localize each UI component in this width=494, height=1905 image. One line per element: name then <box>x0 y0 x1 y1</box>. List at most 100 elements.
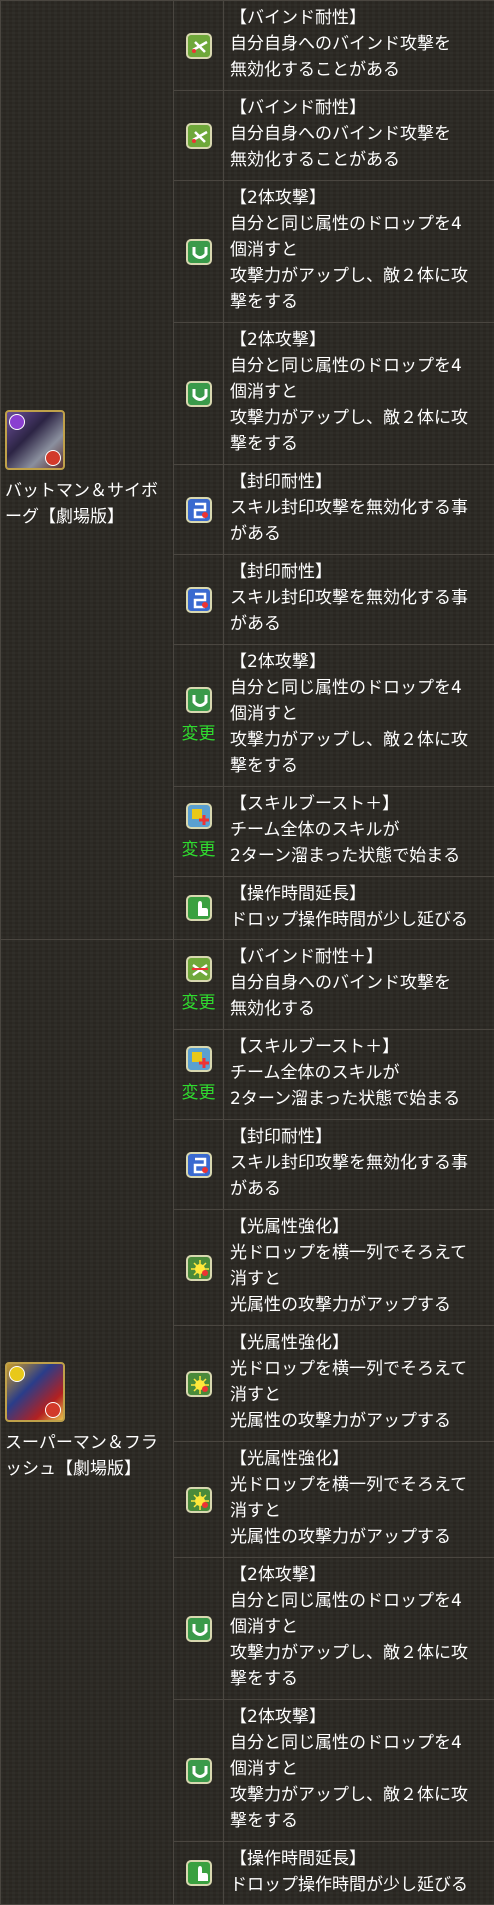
attribute-orb-icon <box>9 414 25 430</box>
awakening-text-line: がある <box>230 521 488 547</box>
awakening-icon-cell: 変更 <box>174 645 224 787</box>
awakening-text-line: 撃をする <box>230 1808 488 1834</box>
awakening-text-line: 無効化する <box>230 996 488 1022</box>
awakening-text-line: 個消すと <box>230 1614 488 1640</box>
awakening-text-line: 撃をする <box>230 431 488 457</box>
awakening-title: 【スキルブースト＋】 <box>230 1034 488 1060</box>
awakening-icon-cell <box>174 1442 224 1558</box>
awakening-description: 【光属性強化】光ドロップを横一列でそろえて消すと光属性の攻撃力がアップする <box>224 1326 494 1442</box>
awakening-text-line: 撃をする <box>230 753 488 779</box>
awakening-text-line: 光ドロップを横一列でそろえて <box>230 1472 488 1498</box>
awakening-text-line: 撃をする <box>230 289 488 315</box>
awakening-title: 【2体攻撃】 <box>230 1704 488 1730</box>
awakening-icon-cell <box>174 1210 224 1326</box>
two-target-attack-icon <box>186 239 212 265</box>
two-target-attack-icon <box>186 1758 212 1784</box>
changed-label: 変更 <box>174 1078 223 1103</box>
awakening-icon-cell <box>174 1842 224 1905</box>
awakening-row: スーパーマン＆フラッシュ【劇場版】変更【バインド耐性＋】自分自身へのバインド攻撃… <box>1 940 494 1030</box>
awakening-title: 【バインド耐性】 <box>230 5 488 31</box>
light-row-enhance-icon <box>186 1487 212 1513</box>
awakening-title: 【バインド耐性＋】 <box>230 944 488 970</box>
awakening-text-line: 攻撃力がアップし、敵２体に攻 <box>230 1640 488 1666</box>
bind-resist-icon <box>186 123 212 149</box>
awakening-title: 【操作時間延長】 <box>230 1846 488 1872</box>
awakening-text-line: 2ターン溜まった状態で始まる <box>230 1086 488 1112</box>
awakening-text-line: チーム全体のスキルが <box>230 1060 488 1086</box>
attribute-orb-icon <box>45 450 61 466</box>
awakening-description: 【封印耐性】スキル封印攻撃を無効化する事がある <box>224 555 494 645</box>
awakening-text-line: 光ドロップを横一列でそろえて <box>230 1240 488 1266</box>
two-target-attack-icon <box>186 381 212 407</box>
light-row-enhance-icon <box>186 1255 212 1281</box>
awakening-text-line: ドロップ操作時間が少し延びる <box>230 907 488 933</box>
awakening-description: 【2体攻撃】自分と同じ属性のドロップを4個消すと攻撃力がアップし、敵２体に攻撃を… <box>224 1700 494 1842</box>
awakening-title: 【2体攻撃】 <box>230 327 488 353</box>
awakening-title: 【2体攻撃】 <box>230 185 488 211</box>
awakening-text-line: 自分と同じ属性のドロップを4 <box>230 1730 488 1756</box>
awakening-text-line: スキル封印攻撃を無効化する事 <box>230 1150 488 1176</box>
awakening-text-line: 光ドロップを横一列でそろえて <box>230 1356 488 1382</box>
awakening-title: 【光属性強化】 <box>230 1214 488 1240</box>
awakening-text-line: 自分自身へのバインド攻撃を <box>230 121 488 147</box>
awakening-text-line: 攻撃力がアップし、敵２体に攻 <box>230 1782 488 1808</box>
awakening-icon-cell <box>174 91 224 181</box>
time-extend-icon <box>186 895 212 921</box>
awakening-description: 【2体攻撃】自分と同じ属性のドロップを4個消すと攻撃力がアップし、敵２体に攻撃を… <box>224 323 494 465</box>
awakening-icon-cell <box>174 1700 224 1842</box>
character-portrait[interactable] <box>5 1362 65 1422</box>
awakening-text-line: 消すと <box>230 1266 488 1292</box>
awakening-text-line: 自分と同じ属性のドロップを4 <box>230 1588 488 1614</box>
awakening-description: 【バインド耐性】自分自身へのバインド攻撃を無効化することがある <box>224 1 494 91</box>
awakening-description: 【光属性強化】光ドロップを横一列でそろえて消すと光属性の攻撃力がアップする <box>224 1442 494 1558</box>
two-target-attack-icon <box>186 687 212 713</box>
awakening-text-line: スキル封印攻撃を無効化する事 <box>230 585 488 611</box>
awakening-text-line: チーム全体のスキルが <box>230 817 488 843</box>
awakening-text-line: 自分自身へのバインド攻撃を <box>230 31 488 57</box>
awakening-text-line: 2ターン溜まった状態で始まる <box>230 843 488 869</box>
character-portrait[interactable] <box>5 410 65 470</box>
awakening-icon-cell: 変更 <box>174 1030 224 1120</box>
skill-bind-resist-icon <box>186 497 212 523</box>
awakening-icon-cell <box>174 877 224 940</box>
skill-boost-plus-icon <box>186 1046 212 1072</box>
skill-bind-resist-icon <box>186 1152 212 1178</box>
awakening-text-line: 無効化することがある <box>230 57 488 83</box>
time-extend-icon <box>186 1860 212 1886</box>
awakening-text-line: がある <box>230 611 488 637</box>
awakening-text-line: 光属性の攻撃力がアップする <box>230 1524 488 1550</box>
awakening-text-line: ドロップ操作時間が少し延びる <box>230 1872 488 1898</box>
character-name: バットマン＆サイボーグ【劇場版】 <box>5 478 169 530</box>
awakening-description: 【封印耐性】スキル封印攻撃を無効化する事がある <box>224 465 494 555</box>
character-name: スーパーマン＆フラッシュ【劇場版】 <box>5 1430 169 1482</box>
awakening-description: 【2体攻撃】自分と同じ属性のドロップを4個消すと攻撃力がアップし、敵２体に攻撃を… <box>224 645 494 787</box>
awakening-text-line: 光属性の攻撃力がアップする <box>230 1408 488 1434</box>
light-row-enhance-icon <box>186 1371 212 1397</box>
awakening-description: 【バインド耐性＋】自分自身へのバインド攻撃を無効化する <box>224 940 494 1030</box>
awakening-description: 【封印耐性】スキル封印攻撃を無効化する事がある <box>224 1120 494 1210</box>
awakening-title: 【2体攻撃】 <box>230 649 488 675</box>
awakening-text-line: 攻撃力がアップし、敵２体に攻 <box>230 727 488 753</box>
awakening-text-line: 攻撃力がアップし、敵２体に攻 <box>230 405 488 431</box>
character-cell: スーパーマン＆フラッシュ【劇場版】 <box>1 940 174 1905</box>
awakening-icon-cell <box>174 1558 224 1700</box>
awakening-text-line: 消すと <box>230 1382 488 1408</box>
awakening-text-line: がある <box>230 1176 488 1202</box>
awakening-title: 【バインド耐性】 <box>230 95 488 121</box>
changed-label: 変更 <box>174 719 223 744</box>
character-cell: バットマン＆サイボーグ【劇場版】 <box>1 1 174 940</box>
awakening-table: バットマン＆サイボーグ【劇場版】 【バインド耐性】自分自身へのバインド攻撃を無効化… <box>0 0 494 1905</box>
awakening-description: 【2体攻撃】自分と同じ属性のドロップを4個消すと攻撃力がアップし、敵２体に攻撃を… <box>224 1558 494 1700</box>
skill-bind-resist-icon <box>186 587 212 613</box>
awakening-text-line: スキル封印攻撃を無効化する事 <box>230 495 488 521</box>
awakening-description: 【操作時間延長】ドロップ操作時間が少し延びる <box>224 1842 494 1905</box>
awakening-icon-cell: 変更 <box>174 787 224 877</box>
two-target-attack-icon <box>186 1616 212 1642</box>
awakening-title: 【封印耐性】 <box>230 1124 488 1150</box>
awakening-title: 【スキルブースト＋】 <box>230 791 488 817</box>
awakening-text-line: 自分自身へのバインド攻撃を <box>230 970 488 996</box>
awakening-title: 【封印耐性】 <box>230 469 488 495</box>
awakening-text-line: 消すと <box>230 1498 488 1524</box>
skill-boost-plus-icon <box>186 803 212 829</box>
awakening-icon-cell <box>174 465 224 555</box>
